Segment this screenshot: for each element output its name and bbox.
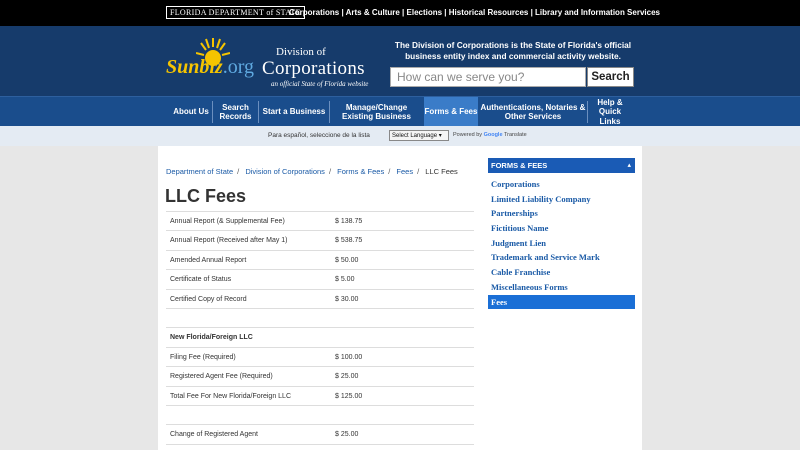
page-title: LLC Fees [165,186,247,206]
breadcrumb-division-of-corporations[interactable]: Division of Corporations [245,167,325,176]
breadcrumb-forms-fees[interactable]: Forms & Fees [337,167,384,176]
fee-amount: $ 5.00 [335,276,355,284]
search-input[interactable]: How can we serve you? [390,67,586,87]
breadcrumb: Department of State / Division of Corpora… [166,167,458,176]
nav-start-business[interactable]: Start a Business [259,97,329,127]
sidebar-menu: Corporations Limited Liability Company P… [488,177,635,310]
nav-manage-business[interactable]: Manage/Change Existing Business [330,97,423,127]
logo-tagline: an official State of Florida website [271,80,369,88]
site-header: Sunbiz.org Division of Corporations an o… [0,26,800,96]
fee-name: Certified Copy of Record [170,295,247,303]
table-row: Amended Annual Report $ 50.00 [166,251,474,271]
sidebar-item-llc[interactable]: Limited Liability Company [488,192,635,207]
nav-authentications[interactable]: Authentications, Notaries & Other Servic… [479,97,587,127]
table-row: Registered Agent Fee (Required) $ 25.00 [166,367,474,387]
fee-name: Registered Agent Fee (Required) [170,373,273,381]
sidebar-item-fees[interactable]: Fees [488,294,635,310]
fee-name: Amended Annual Report [170,256,247,264]
table-row: Certified Copy of Record $ 30.00 [166,290,474,309]
sunbiz-logo[interactable]: Sunbiz.org Division of Corporations an o… [166,36,386,91]
search-button[interactable]: Search [587,67,634,87]
site-description: The Division of Corporations is the Stat… [394,40,632,61]
sidebar-item-partnerships[interactable]: Partnerships [488,206,635,221]
nav-about-us[interactable]: About Us [170,97,212,127]
agency-links[interactable]: Corporations | Arts & Culture | Election… [289,8,660,17]
table-row: Annual Report (Received after May 1) $ 53… [166,231,474,251]
sidebar-heading[interactable]: FORMS & FEES ▴ [488,158,635,173]
main-nav: About Us Search Records Start a Business… [0,96,800,127]
table-row [166,406,474,426]
breadcrumb-department-of-state[interactable]: Department of State [166,167,233,176]
nav-forms-fees[interactable]: Forms & Fees [424,97,478,127]
table-row [166,309,474,329]
department-of-state-logo[interactable]: FLORIDA DEPARTMENT of STATE [166,6,305,19]
fee-section-heading: New Florida/Foreign LLC [170,334,253,342]
fee-amount: $ 50.00 [335,256,359,264]
fee-amount: $ 125.00 [335,392,363,400]
fee-name: Total Fee For New Florida/Foreign LLC [170,392,291,400]
table-row: Total Fee For New Florida/Foreign LLC $ 1… [166,387,474,406]
table-row: Filing Fee (Required) $ 100.00 [166,348,474,368]
collapse-caret-icon[interactable]: ▴ [627,161,631,169]
sidebar-item-judgment-lien[interactable]: Judgment Lien [488,236,635,251]
fee-amount: $ 25.00 [335,373,359,381]
fee-amount: $ 138.75 [335,218,363,225]
fee-amount: $ 100.00 [335,353,363,361]
table-row: Change of Registered Agent $ 25.00 [166,425,474,445]
sidebar-item-cable-franchise[interactable]: Cable Franchise [488,265,635,280]
breadcrumb-fees[interactable]: Fees [396,167,413,176]
fee-amount: $ 30.00 [335,295,359,303]
logo-corporations-text: Corporations [262,58,365,79]
fee-name: Filing Fee (Required) [170,353,236,361]
top-bar: FLORIDA DEPARTMENT of STATE Corporations… [0,0,800,26]
fee-name: Certificate of Status [170,276,232,284]
logo-division-text: Division of [276,46,326,58]
translate-bar: Para español, seleccione de la lista Sel… [0,126,800,146]
spanish-prompt: Para español, seleccione de la lista [268,132,370,139]
sidebar-item-misc-forms[interactable]: Miscellaneous Forms [488,280,635,295]
fee-name: Annual Report (& Supplemental Fee) [170,218,285,225]
table-row: Certificate of Status $ 5.00 [166,270,474,290]
sidebar-item-trademark[interactable]: Trademark and Service Mark [488,250,635,265]
table-row: Annual Report (& Supplemental Fee) $ 138.… [166,212,474,232]
fee-name: Annual Report (Received after May 1) [170,237,288,245]
language-select[interactable]: Select Language ▾ [389,130,449,141]
page-gutter-right [642,146,800,450]
fee-name: Change of Registered Agent [170,431,258,439]
table-row: New Florida/Foreign LLC [166,328,474,348]
sidebar-item-corporations[interactable]: Corporations [488,177,635,192]
page-gutter-left [0,146,158,450]
nav-help-quick-links[interactable]: Help & Quick Links [588,97,632,127]
fee-amount: $ 538.75 [335,237,363,245]
nav-search-records[interactable]: Search Records [213,97,258,127]
fees-table: Annual Report (& Supplemental Fee) $ 138.… [166,211,474,445]
fee-amount: $ 25.00 [335,431,359,439]
logo-sunbiz-text: Sunbiz.org [166,56,255,78]
google-translate-credit[interactable]: Powered by Google Translate [453,132,527,138]
sidebar-item-fictitious-name[interactable]: Fictitious Name [488,221,635,236]
breadcrumb-current: LLC Fees [425,167,458,176]
